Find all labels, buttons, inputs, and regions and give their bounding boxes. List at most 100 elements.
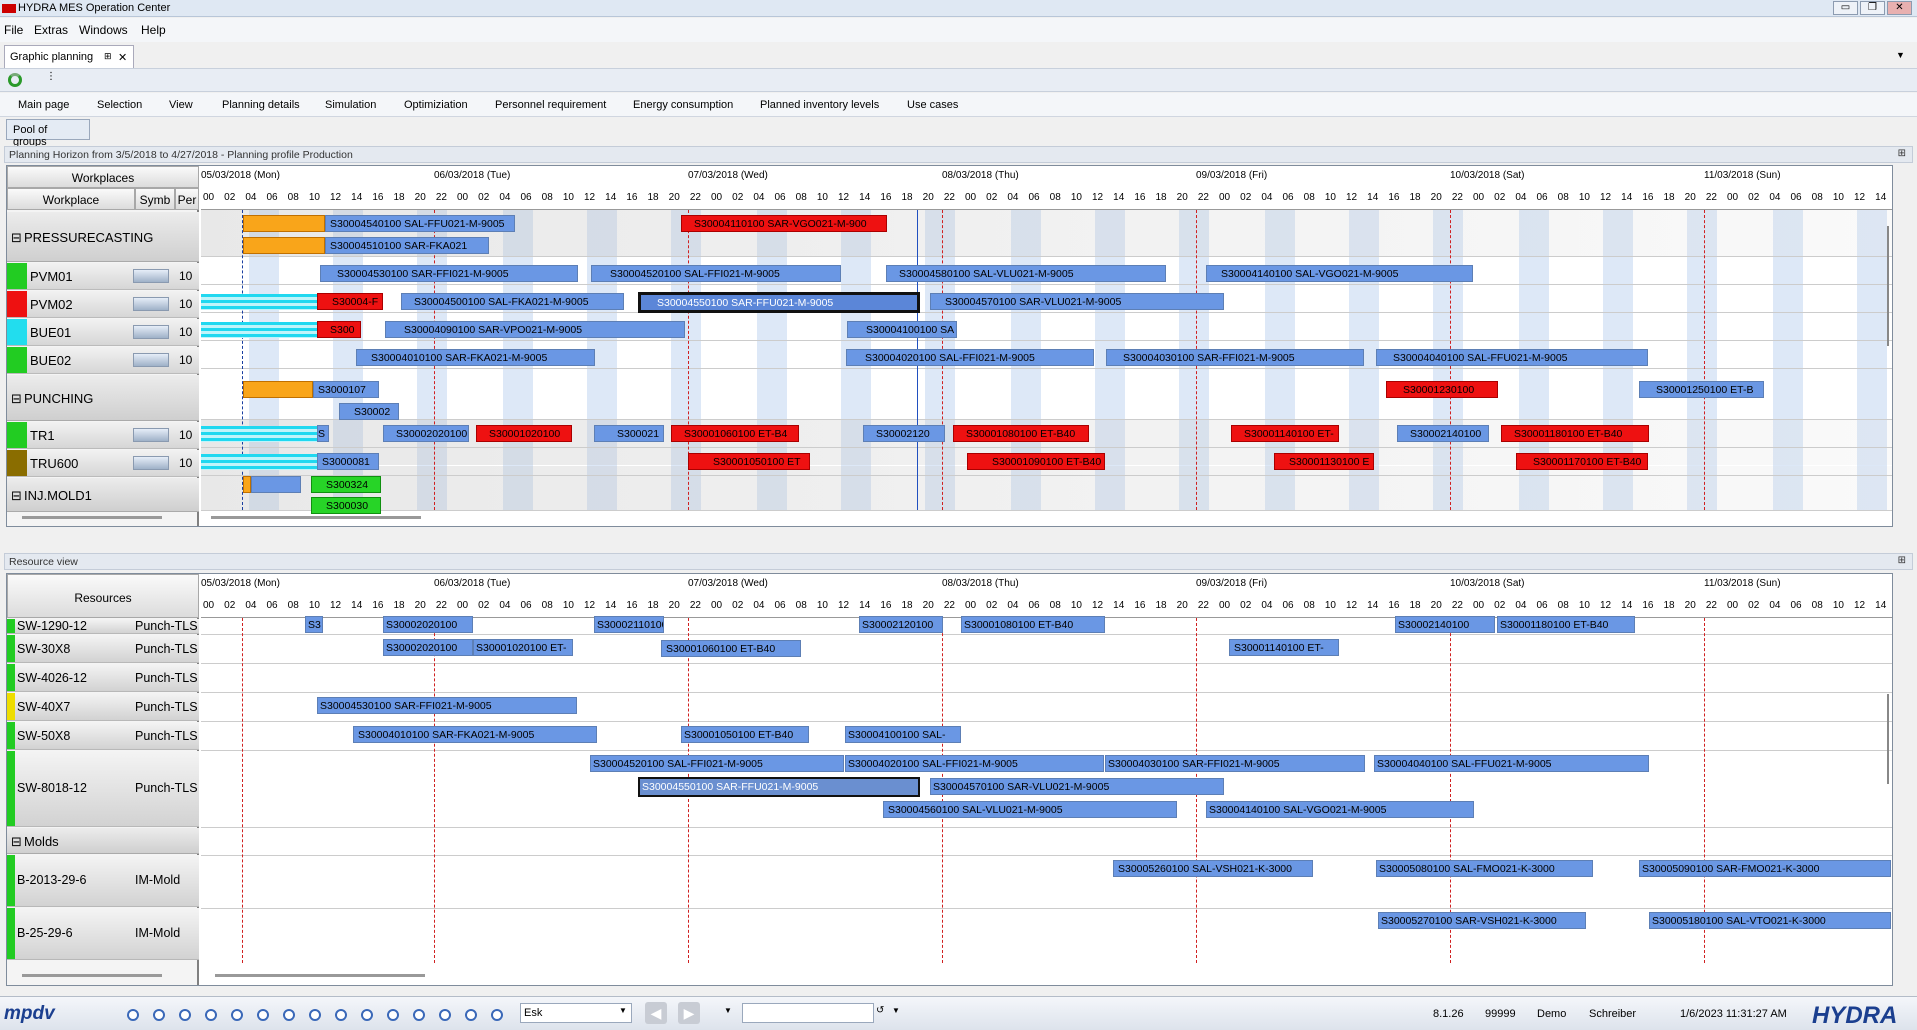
setup-bar[interactable]: [201, 426, 321, 442]
workplace-row[interactable]: PVM01 10: [7, 263, 199, 290]
tab-view[interactable]: View: [169, 99, 193, 111]
vertical-scrollbar[interactable]: [1887, 694, 1889, 784]
order-bar[interactable]: S30004530100 SAR-FFI021-M-9005: [320, 265, 578, 282]
order-bar[interactable]: S300: [317, 321, 361, 338]
refresh-icon[interactable]: [8, 73, 22, 87]
nav-circle-icon[interactable]: [439, 1009, 451, 1021]
order-bar[interactable]: S30004530100 SAR-FFI021-M-9005: [317, 697, 577, 714]
horizontal-scrollbar[interactable]: [22, 974, 162, 977]
order-bar[interactable]: S30002: [339, 403, 399, 420]
order-bar[interactable]: S30001250100 ET-B: [1639, 381, 1764, 398]
tab-planning-details[interactable]: Planning details: [222, 99, 300, 111]
nav-circle-icon[interactable]: [231, 1009, 243, 1021]
nav-circle-icon[interactable]: [491, 1009, 503, 1021]
order-bar[interactable]: S30001080100 ET-B40: [961, 616, 1105, 633]
resources-header[interactable]: Resources: [7, 574, 199, 618]
nav-circle-icon[interactable]: [179, 1009, 191, 1021]
collapse-icon[interactable]: ⊟: [11, 230, 22, 246]
order-bar[interactable]: S30004100100 SAL-: [845, 726, 961, 743]
nav-circle-icon[interactable]: [257, 1009, 269, 1021]
chevron-down-icon[interactable]: ▼: [724, 1006, 732, 1015]
tab-close-icon[interactable]: ✕: [118, 51, 127, 64]
order-bar[interactable]: S30004010100 SAR-FKA021-M-9005: [356, 349, 595, 366]
order-bar[interactable]: S30001140100 ET-: [1229, 639, 1339, 656]
resource-row[interactable]: SW-30X8 Punch-TLS: [7, 635, 199, 663]
order-bar[interactable]: S30001080100 ET-B40: [953, 425, 1089, 442]
group-row[interactable]: ⊟ PRESSURECASTING: [7, 212, 199, 262]
tab-optimiziation[interactable]: Optimiziation: [404, 99, 468, 111]
tab-selection[interactable]: Selection: [97, 99, 142, 111]
order-bar[interactable]: S3000107: [313, 381, 379, 398]
tab-graphic-planning[interactable]: Graphic planning ⊞ ✕: [4, 45, 134, 68]
nav-circle-icon[interactable]: [361, 1009, 373, 1021]
order-bar[interactable]: S300324: [311, 476, 381, 493]
vertical-scrollbar[interactable]: [1887, 226, 1889, 346]
menu-windows[interactable]: Windows: [79, 23, 128, 37]
order-bar-selected[interactable]: S30004550100 SAR-FFU021-M-9005: [638, 777, 920, 797]
horizontal-scrollbar[interactable]: [22, 516, 162, 519]
restore-button[interactable]: ❐: [1860, 1, 1885, 15]
workplace-row[interactable]: TR1 10: [7, 422, 199, 449]
order-bar[interactable]: S30004540100 SAL-FFU021-M-9005: [325, 215, 515, 232]
order-bar[interactable]: S30002020100: [383, 425, 469, 442]
nav-circle-icon[interactable]: [153, 1009, 165, 1021]
nav-circle-icon[interactable]: [465, 1009, 477, 1021]
order-bar[interactable]: S30004510100 SAR-FKA021: [325, 237, 489, 254]
order-bar[interactable]: S30004140100 SAL-VGO021-M-9005: [1206, 801, 1474, 818]
refresh-icon[interactable]: ↺: [876, 1005, 884, 1016]
menu-help[interactable]: Help: [141, 23, 166, 37]
back-arrow-icon[interactable]: ◀: [645, 1002, 667, 1024]
tab-planned-inventory[interactable]: Planned inventory levels: [760, 99, 879, 111]
group-row[interactable]: ⊟ PUNCHING: [7, 375, 199, 421]
collapse-icon[interactable]: ⊟: [11, 834, 22, 850]
menu-file[interactable]: File: [4, 23, 23, 37]
order-bar[interactable]: S30004040100 SAL-FFU021-M-9005: [1376, 349, 1648, 366]
chevron-down-icon[interactable]: ▼: [892, 1006, 900, 1015]
order-bar[interactable]: S30001230100: [1386, 381, 1498, 398]
order-bar[interactable]: S30004-F: [317, 293, 383, 310]
resource-row[interactable]: SW-40X7 Punch-TLS: [7, 693, 199, 721]
order-bar[interactable]: S30004020100 SAL-FFI021-M-9005: [845, 755, 1104, 772]
order-bar[interactable]: [243, 381, 313, 398]
order-bar[interactable]: S30001020100 ET-: [473, 639, 573, 656]
workplace-row[interactable]: PVM02 10: [7, 291, 199, 318]
order-bar[interactable]: S300021: [594, 425, 664, 442]
horizontal-scrollbar[interactable]: [211, 516, 421, 519]
chevron-down-icon[interactable]: ▼: [1896, 50, 1905, 60]
order-bar[interactable]: S30004100100 SA: [847, 321, 957, 338]
order-bar[interactable]: [251, 476, 301, 493]
tab-use-cases[interactable]: Use cases: [907, 99, 958, 111]
collapse-icon[interactable]: ⊟: [11, 391, 22, 407]
order-bar[interactable]: S30004570100 SAR-VLU021-M-9005: [930, 778, 1224, 795]
chevron-down-icon[interactable]: ▼: [619, 1006, 627, 1015]
order-bar[interactable]: S30005090100 SAR-FMO021-K-3000: [1639, 860, 1891, 877]
order-bar[interactable]: S30001180100 ET-B40: [1497, 616, 1635, 633]
resource-row[interactable]: B-25-29-6 IM-Mold: [7, 908, 199, 960]
order-bar[interactable]: S30002140100: [1395, 616, 1495, 633]
order-bar[interactable]: S30005080100 SAL-FMO021-K-3000: [1376, 860, 1593, 877]
order-bar[interactable]: [243, 237, 325, 254]
order-bar[interactable]: S30004520100 SAL-FFI021-M-9005: [590, 755, 844, 772]
order-bar[interactable]: S30001020100: [476, 425, 572, 442]
order-bar[interactable]: S30004500100 SAL-FKA021-M-9005: [401, 293, 624, 310]
close-button[interactable]: ✕: [1887, 1, 1912, 15]
workplace-row[interactable]: BUE01 10: [7, 319, 199, 346]
pin-icon[interactable]: ⊞: [1898, 148, 1906, 159]
group-row[interactable]: ⊟ Molds: [7, 828, 199, 854]
tab-simulation[interactable]: Simulation: [325, 99, 376, 111]
order-bar[interactable]: S30004090100 SAR-VPO021-M-9005: [385, 321, 685, 338]
order-bar[interactable]: S30004030100 SAR-FFI021-M-9005: [1106, 349, 1364, 366]
order-bar-selected[interactable]: S30004550100 SAR-FFU021-M-9005: [638, 292, 920, 313]
order-bar[interactable]: S3000081: [317, 453, 379, 470]
order-bar[interactable]: S30002020100: [383, 616, 473, 633]
order-bar[interactable]: S30002110100: [594, 616, 664, 633]
order-bar[interactable]: S30004580100 SAL-VLU021-M-9005: [886, 265, 1166, 282]
setup-bar[interactable]: [201, 322, 317, 338]
order-bar[interactable]: S30001050100 ET: [688, 453, 810, 470]
order-bar[interactable]: S30001090100 ET-B40: [967, 453, 1105, 470]
symb-col-header[interactable]: Symb: [135, 188, 175, 210]
order-bar[interactable]: S300030: [311, 497, 381, 514]
order-bar[interactable]: S30005270100 SAR-VSH021-K-3000: [1378, 912, 1586, 929]
order-bar[interactable]: S3: [305, 616, 323, 633]
nav-circle-icon[interactable]: [127, 1009, 139, 1021]
